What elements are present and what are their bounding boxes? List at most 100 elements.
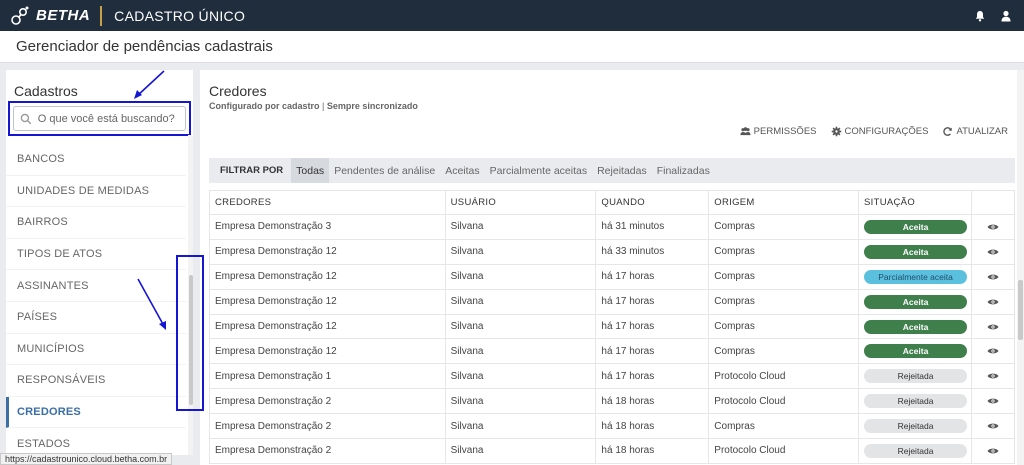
filter-tab-parcialmente-aceitas[interactable]: Parcialmente aceitas	[485, 158, 592, 183]
settings-button[interactable]: CONFIGURAÇÕES	[831, 126, 929, 137]
search-input[interactable]	[37, 112, 185, 125]
cell-credor: Empresa Demonstração 2	[209, 438, 446, 464]
filter-tab-pendentes[interactable]: Pendentes de análise	[329, 158, 440, 183]
sidebar-item-unidades-de-medidas[interactable]: UNIDADES DE MEDIDAS	[6, 176, 186, 208]
cell-situacao: Rejeitada	[858, 388, 973, 415]
gear-icon	[831, 126, 841, 137]
eye-icon[interactable]	[987, 347, 999, 355]
cell-credor: Empresa Demonstração 12	[209, 288, 446, 315]
table-row[interactable]: Empresa Demonstração 12 Silvana há 17 hora…	[209, 288, 1015, 315]
brand-logo[interactable]: BETHA	[0, 0, 90, 31]
filter-tab-aceitas[interactable]: Aceitas	[440, 158, 484, 183]
column-header-usuario[interactable]: USUÁRIO	[444, 190, 597, 215]
cell-origem[interactable]: Compras	[708, 214, 860, 240]
scrollbar-annotation-box	[176, 255, 204, 411]
sidebar-item-credores[interactable]: CREDORES	[6, 396, 186, 429]
column-header-actions	[971, 190, 1015, 215]
cell-view[interactable]	[971, 238, 1015, 265]
refresh-button[interactable]: ATUALIZAR	[942, 126, 1008, 137]
column-header-origem[interactable]: ORIGEM	[708, 190, 860, 215]
cell-view[interactable]	[971, 413, 1015, 440]
table-row[interactable]: Empresa Demonstração 12 Silvana há 33 minu…	[209, 238, 1015, 265]
sidebar: Cadastros BANCOS UNIDADES DE MEDIDAS BAI…	[6, 70, 193, 455]
sidebar-item-bairros[interactable]: BAIRROS	[6, 207, 186, 239]
sidebar-item-estados[interactable]: ESTADOS	[6, 428, 186, 455]
cell-quando: há 17 horas	[595, 313, 710, 340]
cell-view[interactable]	[971, 338, 1015, 365]
eye-icon[interactable]	[987, 248, 999, 256]
cell-view[interactable]	[971, 438, 1015, 464]
filter-label: FILTRAR POR	[220, 165, 284, 176]
sidebar-item-assinantes[interactable]: ASSINANTES	[6, 270, 186, 302]
eye-icon[interactable]	[987, 323, 999, 331]
section-subtitle: Configurado por cadastro | Sempre sincro…	[209, 101, 418, 111]
table-row[interactable]: Empresa Demonstração 3 Silvana há 31 minut…	[209, 214, 1015, 240]
cell-origem[interactable]: Protocolo Cloud	[708, 363, 860, 390]
search-box[interactable]	[13, 106, 186, 131]
cell-origem[interactable]: Compras	[708, 288, 860, 315]
cell-quando: há 31 minutos	[595, 214, 710, 240]
cell-origem[interactable]: Compras	[708, 263, 860, 290]
sidebar-item-responsaveis[interactable]: RESPONSÁVEIS	[6, 365, 186, 397]
cell-credor: Empresa Demonstração 2	[209, 388, 446, 415]
pending-table: CREDORES USUÁRIO QUANDO ORIGEM SITUAÇÃO …	[209, 190, 1015, 464]
eye-icon[interactable]	[987, 397, 999, 405]
eye-icon[interactable]	[987, 447, 999, 455]
filter-tab-todas[interactable]: Todas	[291, 158, 330, 183]
cell-origem[interactable]: Protocolo Cloud	[708, 438, 860, 464]
table-row[interactable]: Empresa Demonstração 2 Silvana há 18 horas…	[209, 388, 1015, 415]
filter-tab-rejeitadas[interactable]: Rejeitadas	[592, 158, 652, 183]
table-row[interactable]: Empresa Demonstração 12 Silvana há 17 hora…	[209, 338, 1015, 365]
permissions-button[interactable]: PERMISSÕES	[740, 126, 817, 137]
cell-view[interactable]	[971, 263, 1015, 290]
bell-icon[interactable]	[974, 10, 986, 22]
filter-tab-finalizadas[interactable]: Finalizadas	[652, 158, 715, 183]
column-header-credores[interactable]: CREDORES	[209, 190, 446, 215]
sidebar-item-bancos[interactable]: BANCOS	[6, 144, 186, 176]
cell-situacao: Rejeitada	[858, 413, 973, 440]
cell-quando: há 17 horas	[595, 363, 710, 390]
cell-view[interactable]	[971, 214, 1015, 240]
app-title: CADASTRO ÚNICO	[114, 7, 246, 24]
cell-origem[interactable]: Compras	[708, 238, 860, 265]
main-scrollbar[interactable]	[1017, 70, 1024, 465]
cell-credor: Empresa Demonstração 12	[209, 338, 446, 365]
sidebar-item-tipos-de-atos[interactable]: TIPOS DE ATOS	[6, 239, 186, 271]
table-row[interactable]: Empresa Demonstração 12 Silvana há 17 hora…	[209, 263, 1015, 290]
eye-icon[interactable]	[987, 372, 999, 380]
cell-view[interactable]	[971, 363, 1015, 390]
eye-icon[interactable]	[987, 422, 999, 430]
table-row[interactable]: Empresa Demonstração 12 Silvana há 17 hora…	[209, 313, 1015, 340]
table-row[interactable]: Empresa Demonstração 2 Silvana há 18 horas…	[209, 438, 1015, 464]
main-scrollbar-thumb[interactable]	[1018, 280, 1023, 340]
cell-usuario: Silvana	[444, 413, 597, 440]
settings-label: CONFIGURAÇÕES	[844, 126, 929, 137]
cell-usuario: Silvana	[444, 438, 597, 464]
cell-quando: há 17 horas	[595, 263, 710, 290]
table-row[interactable]: Empresa Demonstração 2 Silvana há 18 horas…	[209, 413, 1015, 440]
cell-view[interactable]	[971, 313, 1015, 340]
cell-view[interactable]	[971, 388, 1015, 415]
status-badge: Rejeitada	[864, 394, 968, 409]
user-icon[interactable]	[1000, 10, 1012, 22]
status-badge: Rejeitada	[864, 369, 968, 384]
column-header-quando[interactable]: QUANDO	[595, 190, 710, 215]
sidebar-item-municipios[interactable]: MUNICÍPIOS	[6, 334, 186, 366]
cell-origem[interactable]: Compras	[708, 313, 860, 340]
cell-origem[interactable]: Compras	[708, 413, 860, 440]
cell-view[interactable]	[971, 288, 1015, 315]
cell-origem[interactable]: Compras	[708, 338, 860, 365]
status-badge: Parcialmente aceita	[864, 269, 968, 284]
eye-icon[interactable]	[987, 298, 999, 306]
cell-situacao: Rejeitada	[858, 363, 973, 390]
cell-origem[interactable]: Protocolo Cloud	[708, 388, 860, 415]
cell-usuario: Silvana	[444, 313, 597, 340]
section-title: Credores	[209, 83, 267, 99]
cell-credor: Empresa Demonstração 12	[209, 263, 446, 290]
table-row[interactable]: Empresa Demonstração 1 Silvana há 17 horas…	[209, 363, 1015, 390]
column-header-situacao[interactable]: SITUAÇÃO	[858, 190, 973, 215]
sidebar-item-paises[interactable]: PAÍSES	[6, 302, 186, 334]
eye-icon[interactable]	[987, 273, 999, 281]
filter-bar: FILTRAR POR Todas Pendentes de análise A…	[209, 158, 1015, 183]
eye-icon[interactable]	[987, 223, 999, 231]
